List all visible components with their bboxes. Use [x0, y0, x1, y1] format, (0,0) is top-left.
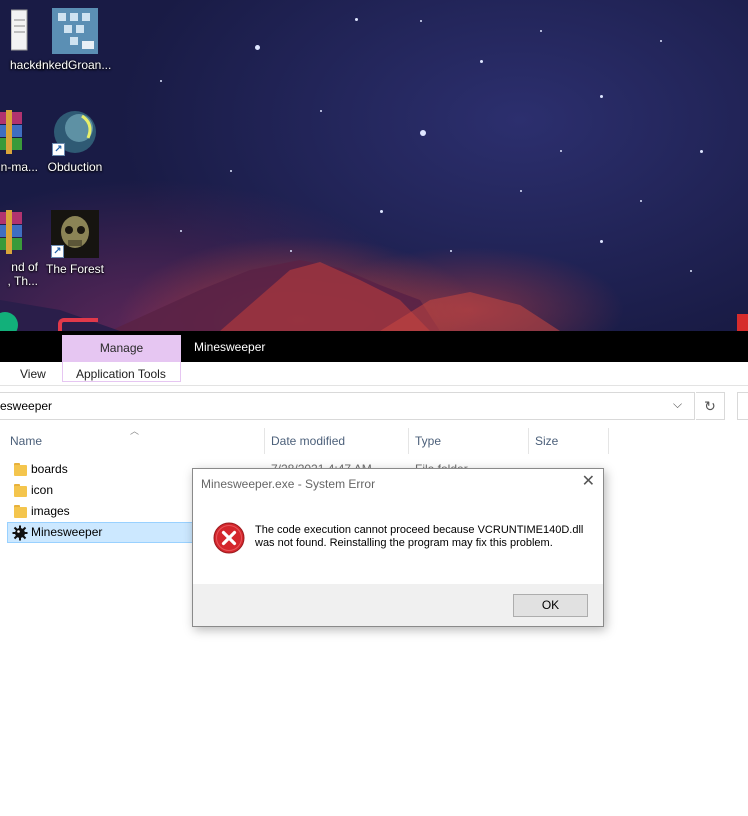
search-input[interactable]	[737, 392, 748, 420]
column-divider[interactable]	[608, 428, 609, 454]
desktop-icon-obduction[interactable]: ↗ Obduction	[37, 110, 113, 174]
column-header-type[interactable]: Type	[415, 434, 441, 448]
desktop-icon-archive-1[interactable]: n-ma...	[0, 110, 38, 174]
file-name: boards	[31, 462, 68, 476]
desktop-icon-label: , Th...	[7, 274, 38, 288]
desktop-icon-inkedgroan[interactable]: InkedGroan...	[37, 8, 113, 72]
window-title: Minesweeper	[194, 340, 266, 354]
winrar-archive-icon	[0, 110, 24, 156]
desktop-icon-label: The Forest	[45, 262, 105, 276]
address-bar[interactable]	[0, 392, 695, 420]
ok-button[interactable]: OK	[513, 594, 588, 617]
application-icon	[12, 525, 28, 541]
desktop-icon-label: n-ma...	[0, 160, 38, 174]
close-icon[interactable]: ✕	[582, 474, 595, 490]
partial-app-icon	[737, 314, 748, 331]
column-header-size[interactable]: Size	[535, 434, 558, 448]
sort-ascending-icon: ︿	[130, 426, 140, 436]
folder-icon	[14, 505, 27, 518]
error-icon	[213, 522, 245, 554]
column-divider[interactable]	[264, 428, 265, 454]
chevron-down-icon[interactable]: ⌵	[673, 397, 682, 412]
refresh-button[interactable]: ↻	[696, 392, 725, 420]
system-error-dialog: Minesweeper.exe - System Error ✕ The cod…	[192, 468, 604, 627]
the-forest-icon: ↗	[51, 210, 99, 258]
desktop-background: hacker InkedGroan... n-ma... ↗ Obduction…	[0, 0, 748, 331]
column-divider[interactable]	[528, 428, 529, 454]
shortcut-arrow-icon: ↗	[52, 143, 65, 156]
folder-icon	[14, 463, 27, 476]
tab-view[interactable]: View	[20, 366, 46, 382]
tab-application-tools[interactable]: Application Tools	[76, 366, 166, 382]
file-name: Minesweeper	[31, 525, 103, 539]
folder-icon	[14, 484, 27, 497]
column-header-date-modified[interactable]: Date modified	[271, 434, 345, 448]
desktop-icon-label: Obduction	[47, 160, 103, 174]
desktop-icon-archive-2[interactable]: nd of , Th...	[0, 210, 38, 288]
file-name: images	[31, 504, 70, 518]
shortcut-arrow-icon: ↗	[51, 245, 64, 258]
dialog-message: The code execution cannot proceed becaus…	[255, 524, 584, 549]
dialog-footer: OK	[193, 584, 603, 626]
image-thumbnail-icon	[52, 8, 98, 54]
desktop-icon-label: nd of	[11, 260, 38, 274]
winrar-archive-icon	[0, 210, 24, 256]
tab-manage[interactable]: Manage	[62, 335, 181, 362]
obduction-icon: ↗	[52, 110, 98, 156]
column-divider[interactable]	[408, 428, 409, 454]
column-header-name[interactable]: Name	[10, 434, 42, 448]
address-path[interactable]: esweeper	[0, 399, 52, 413]
partial-app-icon	[58, 318, 98, 331]
desktop-icon-label: InkedGroan...	[38, 58, 112, 72]
desktop-icon-the-forest[interactable]: ↗ The Forest	[37, 210, 113, 276]
file-name: icon	[31, 483, 54, 497]
dialog-title: Minesweeper.exe - System Error	[201, 477, 376, 491]
